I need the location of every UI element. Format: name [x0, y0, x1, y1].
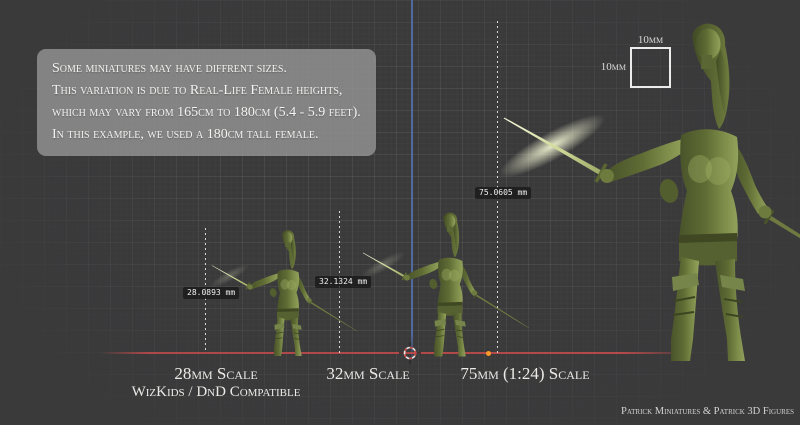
3d-viewport[interactable]: Some miniatures may have diffrent sizes.…	[0, 0, 800, 425]
object-origin-dot	[486, 351, 491, 356]
measurement-label-32mm: 32.1324 mm	[315, 276, 371, 288]
scale-label-75mm: 75mm (1:24) Scale	[415, 364, 635, 383]
measurement-label-75mm: 75.0605 mm	[475, 187, 531, 199]
credit-text: Patrick Miniatures & Patrick 3D Figures	[621, 406, 794, 417]
scale-sublabel-28mm: WizKids / DnD Compatible	[86, 384, 346, 401]
measurement-label-28mm: 28.0893 mm	[183, 287, 239, 299]
3d-cursor[interactable]	[399, 342, 421, 364]
